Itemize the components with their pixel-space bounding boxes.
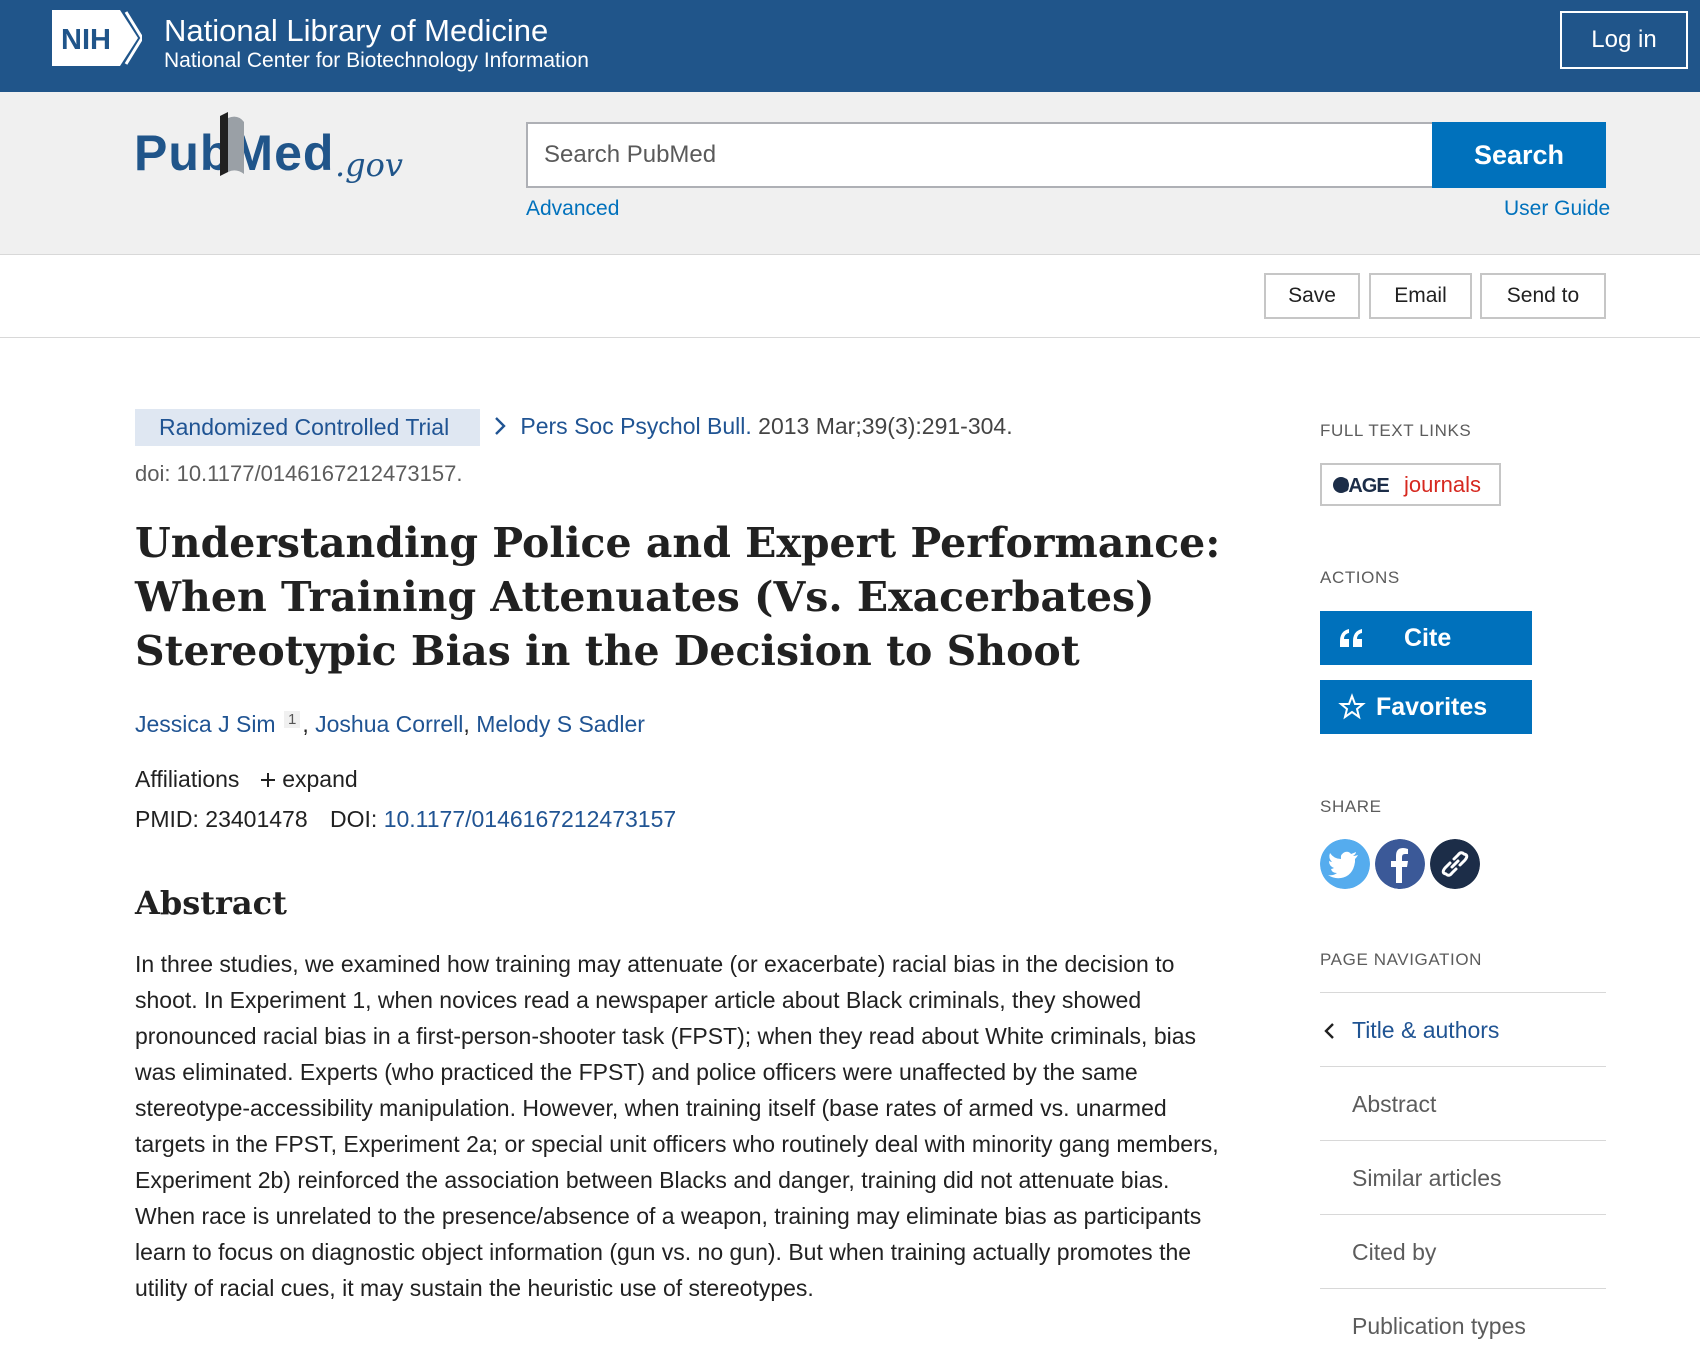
nav-cited-by[interactable]: Cited by [1320, 1214, 1606, 1288]
author-link[interactable]: Jessica J Sim [135, 711, 276, 737]
doi-label: DOI: [330, 806, 378, 832]
doi-link[interactable]: 10.1177/0146167212473157 [384, 806, 677, 832]
expand-affiliations-button[interactable]: expand [260, 766, 358, 792]
plus-icon [260, 773, 275, 787]
share-heading: SHARE [1320, 797, 1382, 816]
chevron-left-icon [1324, 1023, 1334, 1039]
search-input[interactable] [526, 122, 1434, 188]
facebook-icon[interactable] [1375, 839, 1425, 889]
chevron-right-icon [495, 417, 506, 435]
svg-text:journals: journals [1403, 472, 1481, 497]
actions-heading: ACTIONS [1320, 568, 1400, 587]
publication-type-badge[interactable]: Randomized Controlled Trial [135, 409, 480, 446]
star-icon [1338, 693, 1366, 720]
nih-title[interactable]: National Library of Medicine [164, 14, 548, 48]
author-separator: , [463, 711, 477, 737]
nav-label: Publication types [1352, 1313, 1526, 1339]
nav-title-authors[interactable]: Title & authors [1320, 992, 1606, 1066]
nav-label: Cited by [1352, 1239, 1437, 1265]
journal-link[interactable]: Pers Soc Psychol Bull. [520, 413, 751, 439]
affiliations-label: Affiliations [135, 766, 240, 792]
nav-abstract[interactable]: Abstract [1320, 1066, 1606, 1140]
email-button[interactable]: Email [1369, 273, 1472, 319]
nih-subtitle[interactable]: National Center for Biotechnology Inform… [164, 48, 589, 74]
nih-logo-icon[interactable]: NIH [52, 10, 142, 66]
affiliation-number[interactable]: 1 [283, 711, 301, 728]
nav-label: Abstract [1352, 1091, 1437, 1117]
nih-banner: NIH National Library of Medicine Nationa… [0, 0, 1700, 92]
pubmed-logo[interactable]: PubMed .gov [132, 112, 412, 192]
citation-details: 2013 Mar;39(3):291-304. [758, 413, 1013, 439]
nav-similar-articles[interactable]: Similar articles [1320, 1140, 1606, 1214]
nav-label: Title & authors [1352, 1017, 1500, 1043]
author-separator: , [302, 711, 316, 737]
link-icon[interactable] [1430, 839, 1480, 889]
cite-button[interactable]: Cite [1320, 611, 1532, 665]
send-to-button[interactable]: Send to [1480, 273, 1606, 319]
favorites-button[interactable]: Favorites [1320, 680, 1532, 734]
article-title: Understanding Police and Expert Performa… [135, 519, 1221, 675]
advanced-search-link[interactable]: Advanced [526, 197, 619, 221]
expand-label: expand [282, 766, 358, 792]
full-text-links-heading: FULL TEXT LINKS [1320, 421, 1472, 440]
abstract-heading: Abstract [135, 884, 287, 922]
save-button[interactable]: Save [1264, 273, 1360, 319]
author-list: Jessica J Sim 1, Joshua Correll, Melody … [135, 711, 645, 738]
abstract-text: In three studies, we examined how traini… [135, 951, 1219, 1301]
sage-journals-logo: SAGE journals [1333, 472, 1481, 497]
svg-text:NIH: NIH [61, 24, 111, 56]
sage-journals-link[interactable]: SAGE journals [1320, 463, 1501, 506]
twitter-icon[interactable] [1320, 839, 1370, 889]
doi-line: doi: 10.1177/0146167212473157. [135, 461, 463, 486]
pmid-label: PMID: [135, 806, 199, 832]
nav-label: Similar articles [1352, 1165, 1502, 1191]
author-link[interactable]: Melody S Sadler [476, 711, 645, 737]
identifiers-row: PMID: 23401478 DOI: 10.1177/014616721247… [135, 806, 676, 833]
svg-text:SAGE: SAGE [1336, 475, 1389, 497]
svg-text:.gov: .gov [335, 146, 403, 184]
user-guide-link[interactable]: User Guide [1504, 197, 1610, 221]
affiliations-row: Affiliations expand [135, 766, 358, 793]
nav-publication-types[interactable]: Publication types [1320, 1288, 1606, 1362]
quote-icon [1340, 629, 1362, 647]
page-navigation-list: Title & authors Abstract Similar article… [1320, 992, 1606, 1362]
journal-citation: Pers Soc Psychol Bull. 2013 Mar;39(3):29… [494, 413, 1013, 440]
login-button[interactable]: Log in [1560, 11, 1688, 69]
favorites-label: Favorites [1376, 693, 1488, 721]
search-button[interactable]: Search [1432, 122, 1606, 188]
pmid-value: 23401478 [205, 806, 308, 832]
author-link[interactable]: Joshua Correll [315, 711, 463, 737]
page-navigation-heading: PAGE NAVIGATION [1320, 950, 1483, 969]
cite-label: Cite [1404, 624, 1452, 652]
